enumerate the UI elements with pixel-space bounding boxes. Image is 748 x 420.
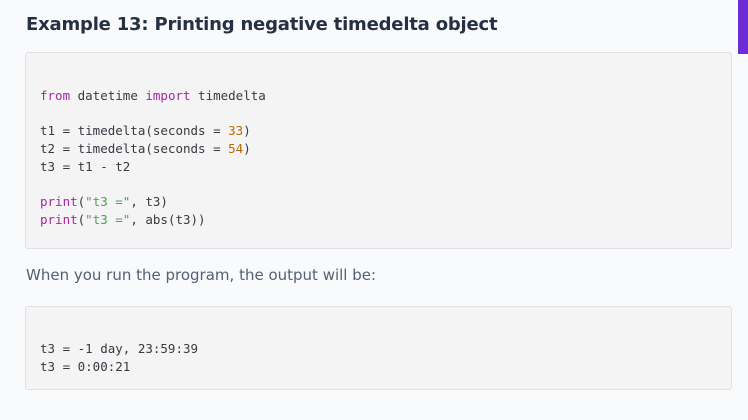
imported-name: timedelta — [190, 88, 266, 103]
code-text: , abs(t3)) — [130, 211, 206, 227]
number-literal: 33 — [228, 123, 244, 139]
code-text: t3 = t1 - t2 — [40, 158, 131, 174]
code-text: t2 = timedelta(seconds = — [40, 141, 229, 157]
code-text: ) — [243, 141, 251, 157]
function-print: print — [40, 194, 78, 210]
code-text: t1 = timedelta(seconds = — [40, 123, 229, 139]
code-line-print-t3: print("t3 =", t3) — [40, 193, 266, 211]
module-name: datetime — [70, 88, 146, 103]
code-line-t1: t1 = timedelta(seconds = 33) — [40, 122, 266, 140]
code-line-import: from datetime import timedelta — [40, 87, 266, 105]
output-intro-text: When you run the program, the output wil… — [26, 266, 377, 284]
example-heading: Example 13: Printing negative timedelta … — [26, 14, 498, 35]
string-literal: "t3 =" — [85, 194, 131, 210]
code-content: from datetime import timedelta t1 = time… — [40, 87, 266, 229]
code-text: ) — [243, 123, 251, 139]
output-content: t3 = -1 day, 23:59:39 t3 = 0:00:21 — [40, 340, 198, 375]
keyword-import: import — [145, 88, 191, 103]
function-print: print — [40, 211, 78, 227]
code-line-t3: t3 = t1 - t2 — [40, 158, 266, 176]
code-line-t2: t2 = timedelta(seconds = 54) — [40, 140, 266, 158]
string-literal: "t3 =" — [85, 211, 131, 227]
code-text: , t3) — [130, 194, 168, 210]
number-literal: 54 — [228, 141, 244, 157]
output-block[interactable]: t3 = -1 day, 23:59:39 t3 = 0:00:21 — [25, 306, 732, 390]
keyword-from: from — [40, 88, 71, 103]
output-line: t3 = -1 day, 23:59:39 — [40, 341, 199, 356]
code-line-print-abs: print("t3 =", abs(t3)) — [40, 211, 266, 229]
article-section: Example 13: Printing negative timedelta … — [0, 0, 748, 420]
output-line: t3 = 0:00:21 — [40, 358, 131, 374]
accent-bar-tip — [738, 46, 748, 54]
code-block[interactable]: from datetime import timedelta t1 = time… — [25, 52, 732, 249]
